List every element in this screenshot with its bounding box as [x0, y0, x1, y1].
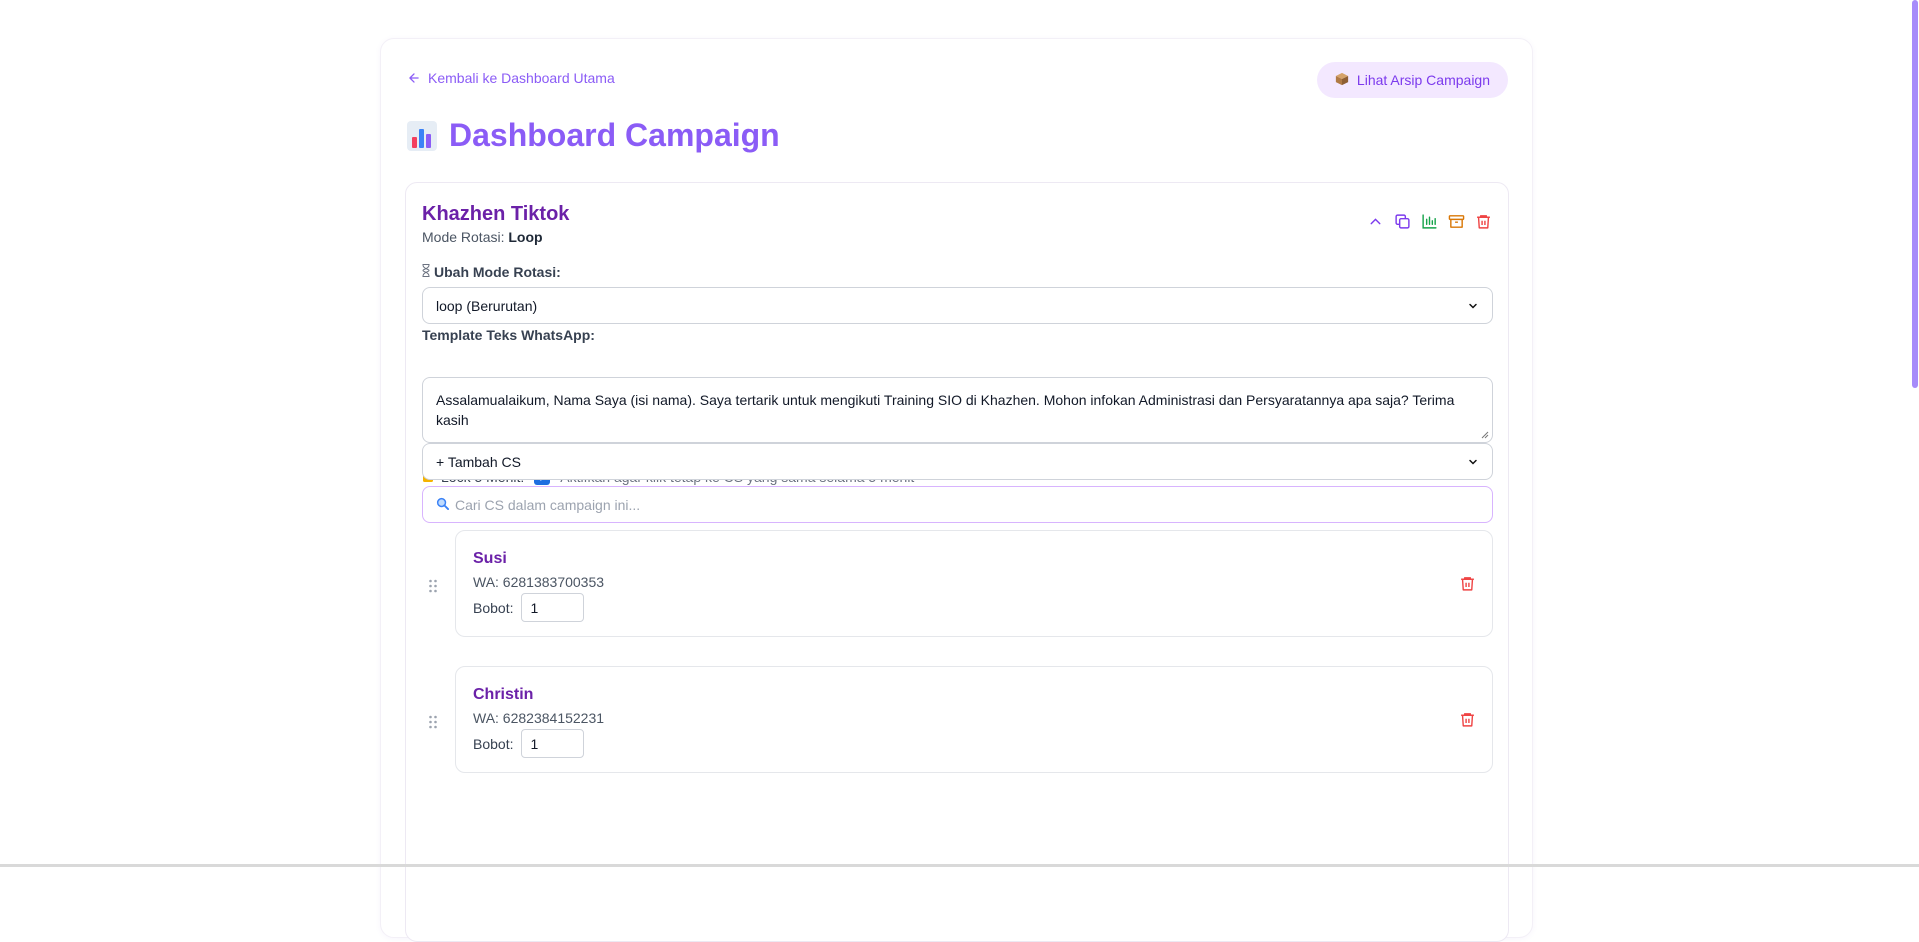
cs-search-input[interactable]: Cari CS dalam campaign ini...: [422, 486, 1493, 523]
cs-name: Christin: [473, 686, 534, 703]
add-cs-select-value: + Tambah CS: [436, 453, 521, 470]
page-title-text: Dashboard Campaign: [449, 117, 780, 153]
arrow-left-icon: [409, 73, 419, 83]
hourglass-icon: [422, 264, 430, 280]
template-text: Assalamualaikum, Nama Saya (isi nama). S…: [436, 392, 1455, 428]
template-label: Template Teks WhatsApp:: [422, 327, 595, 343]
archive-button-label: Lihat Arsip Campaign: [1356, 72, 1490, 88]
campaign-actions: [1367, 213, 1492, 230]
trash-icon[interactable]: [1459, 575, 1476, 592]
rotation-mode-info: Mode Rotasi: Loop: [422, 229, 543, 245]
campaign-card: Khazhen Tiktok Mode Rotasi: Loop Ubah Mo…: [405, 182, 1509, 942]
search-icon: [436, 497, 449, 513]
chevron-down-icon: [1469, 459, 1477, 465]
cs-wa-number: WA: 6282384152231: [473, 710, 605, 726]
scrollbar-thumb[interactable]: [1912, 0, 1918, 388]
drag-handle-icon[interactable]: [428, 715, 438, 729]
cs-weight-input[interactable]: 1: [521, 593, 585, 622]
cs-weight: Bobot: 1: [473, 593, 585, 622]
resize-handle-icon[interactable]: [1481, 431, 1489, 439]
mode-prefix: Mode Rotasi:: [422, 229, 505, 245]
chevron-up-icon[interactable]: [1367, 213, 1384, 230]
archive-icon[interactable]: [1448, 213, 1465, 230]
rotation-mode-select-value: loop (Berurutan): [436, 297, 538, 314]
cs-wa-number: WA: 6281383700353: [473, 574, 605, 590]
stats-icon[interactable]: [1421, 213, 1438, 230]
main-panel: Kembali ke Dashboard Utama Lihat Arsip C…: [380, 38, 1533, 942]
package-icon: [1335, 72, 1349, 89]
view-archive-button[interactable]: Lihat Arsip Campaign: [1316, 62, 1508, 98]
cs-weight: Bobot: 1: [473, 729, 585, 758]
back-link-label: Kembali ke Dashboard Utama: [428, 70, 615, 86]
change-mode-label: Ubah Mode Rotasi:: [422, 264, 561, 280]
campaign-name: Khazhen Tiktok: [422, 203, 570, 225]
cs-list-item: Susi WA: 6281383700353 Bobot: 1: [429, 530, 1493, 637]
cs-weight-label: Bobot:: [473, 735, 514, 752]
mode-value: Loop: [508, 229, 543, 245]
template-textarea[interactable]: Assalamualaikum, Nama Saya (isi nama). S…: [422, 377, 1493, 443]
trash-icon[interactable]: [1459, 711, 1476, 728]
cs-weight-label: Bobot:: [473, 599, 514, 616]
cs-name: Susi: [473, 550, 507, 567]
back-to-dashboard-link[interactable]: Kembali ke Dashboard Utama: [407, 70, 615, 86]
search-placeholder: Cari CS dalam campaign ini...: [455, 496, 641, 513]
add-cs-select[interactable]: + Tambah CS: [422, 443, 1493, 480]
page-scrollbar[interactable]: [1911, 0, 1919, 867]
chevron-down-icon: [1469, 303, 1477, 309]
cs-list-item: Christin WA: 6282384152231 Bobot: 1: [429, 666, 1493, 773]
cs-weight-input[interactable]: 1: [521, 729, 585, 758]
trash-icon[interactable]: [1475, 213, 1492, 230]
copy-icon[interactable]: [1394, 213, 1411, 230]
drag-handle-icon[interactable]: [428, 579, 438, 593]
change-mode-label-text: Ubah Mode Rotasi:: [434, 264, 561, 280]
page-title: Dashboard Campaign: [407, 117, 780, 154]
bar-chart-icon: [407, 120, 437, 151]
rotation-mode-select[interactable]: loop (Berurutan): [422, 287, 1493, 324]
